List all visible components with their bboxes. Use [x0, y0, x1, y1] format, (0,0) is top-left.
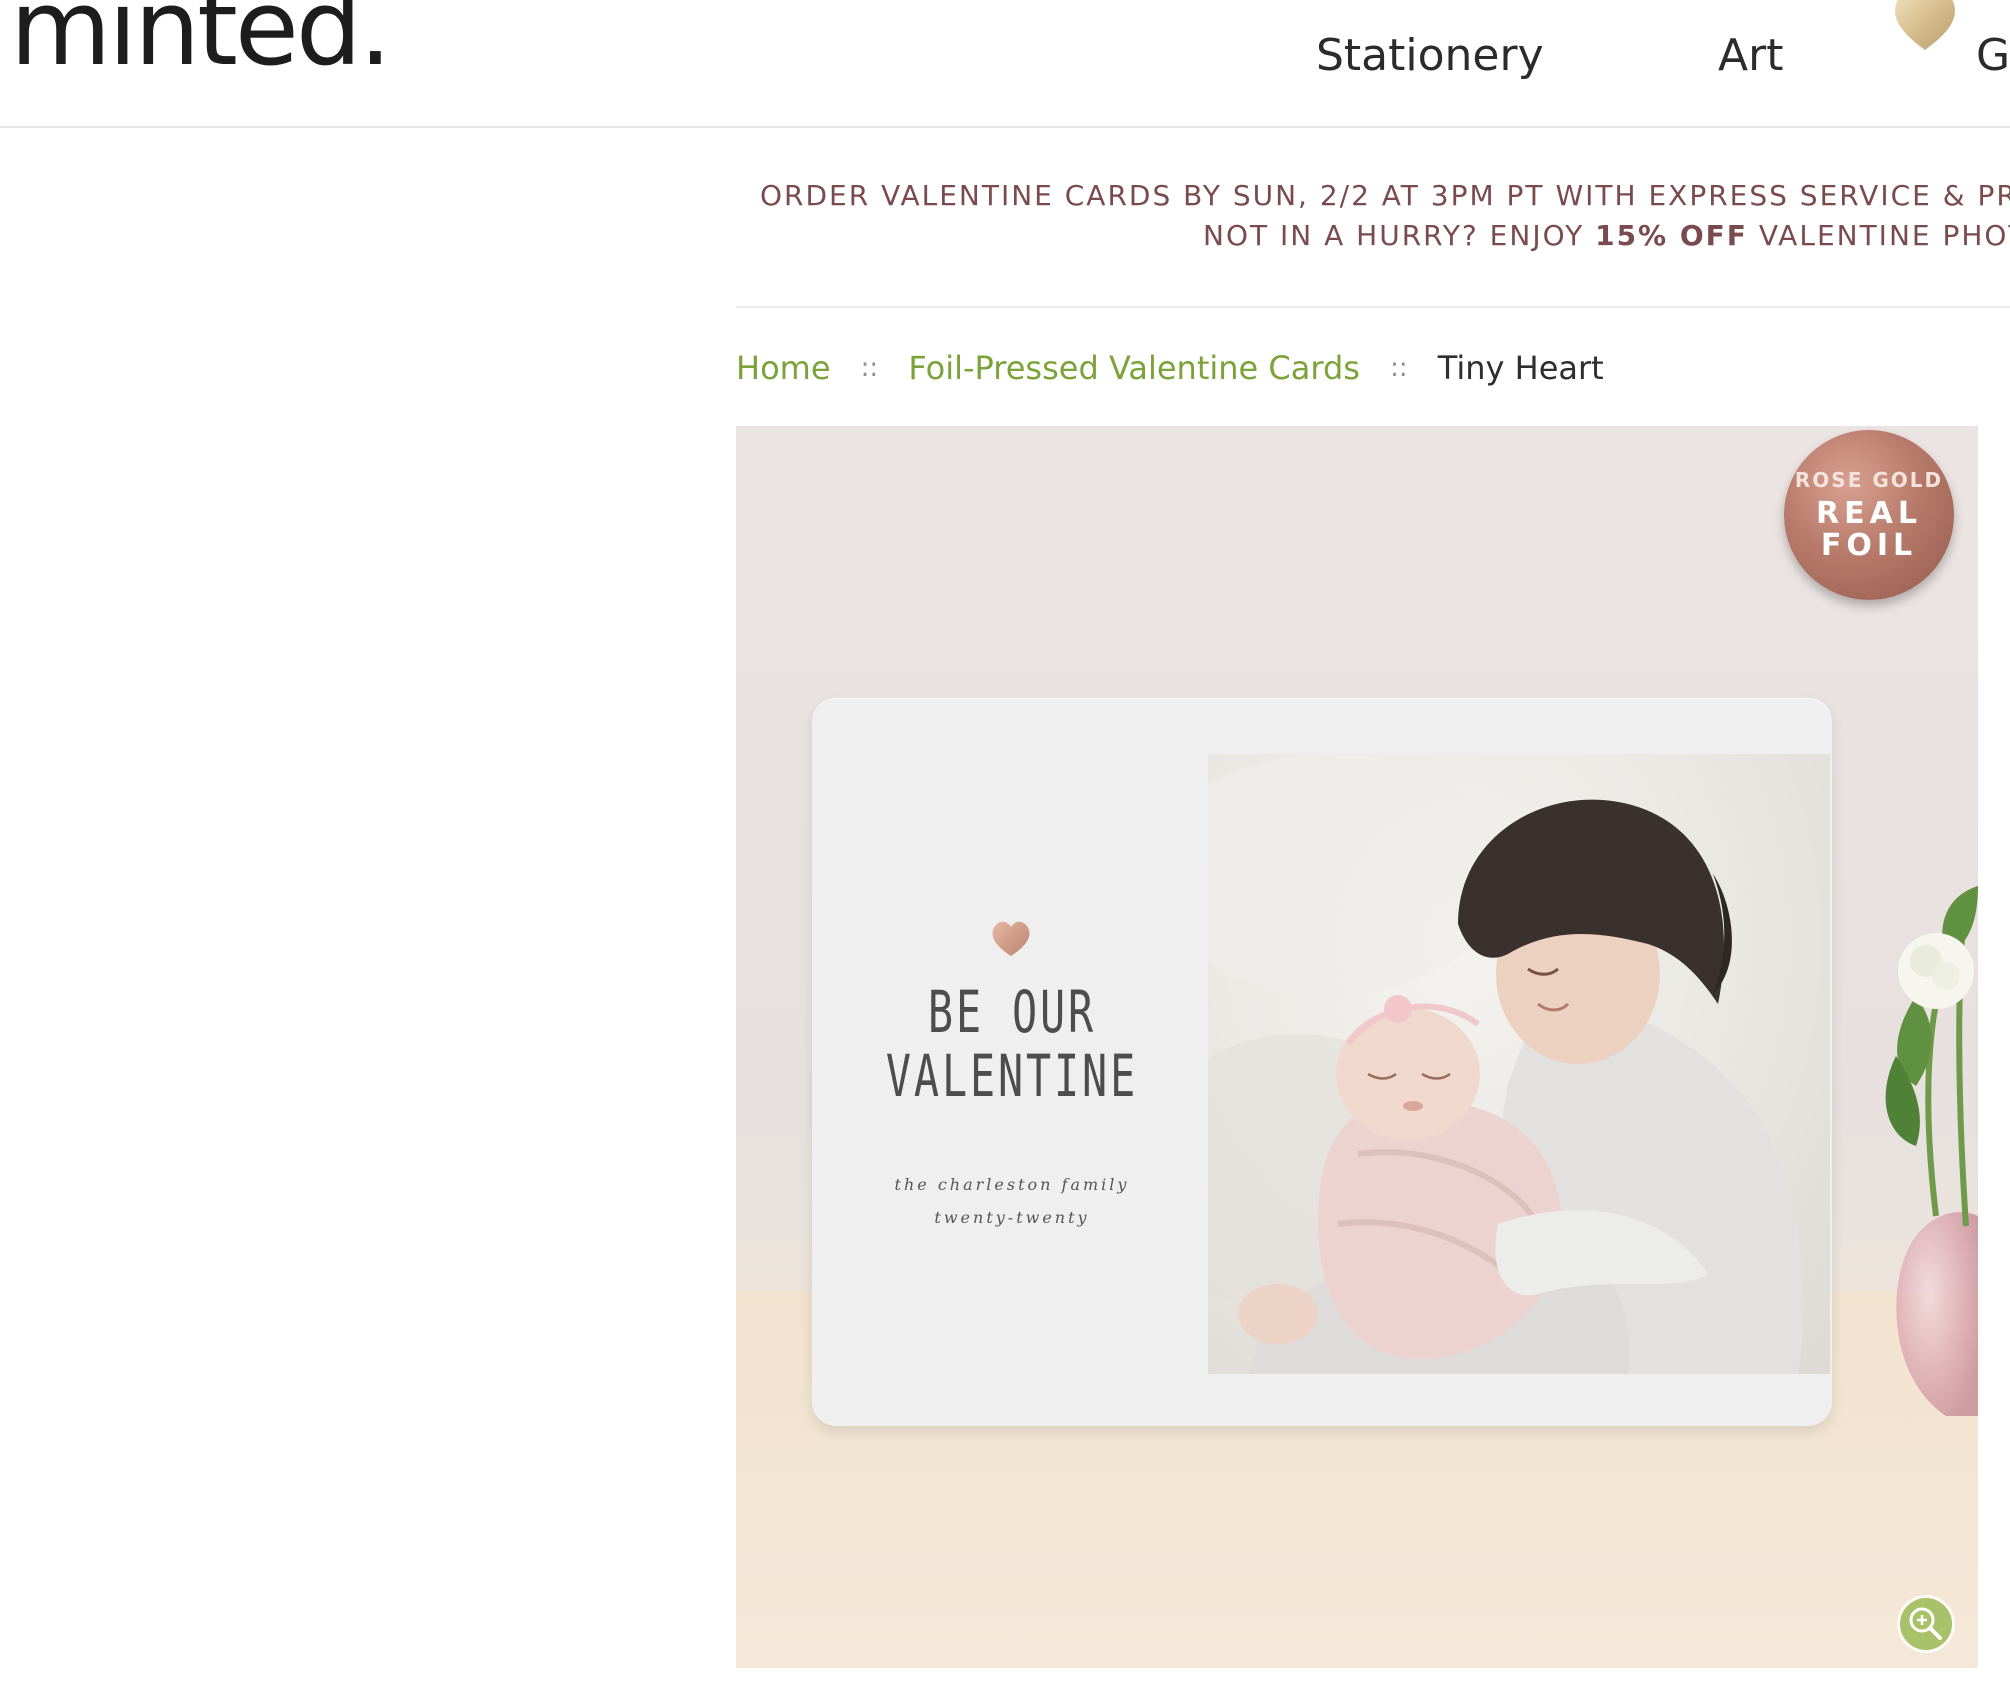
- card-title-line-1: BE OUR: [927, 978, 1097, 1046]
- card-title: BE OUR VALENTINE: [868, 980, 1156, 1108]
- gold-heart-icon[interactable]: [1890, 0, 1960, 52]
- promo-banner: ORDER VALENTINE CARDS BY SUN, 2/2 AT 3PM…: [760, 176, 2010, 256]
- nav-item-truncated[interactable]: G: [1976, 34, 2010, 78]
- badge-line-3: FOIL: [1820, 528, 1918, 563]
- promo-discount: 15% OFF: [1595, 219, 1748, 252]
- promo-divider: [736, 306, 2010, 308]
- zoom-icon: [1909, 1607, 1942, 1640]
- valentine-card-preview: BE OUR VALENTINE the charleston family t…: [812, 698, 1832, 1426]
- product-image[interactable]: BE OUR VALENTINE the charleston family t…: [736, 426, 1978, 1668]
- promo-line-2-prefix: NOT IN A HURRY? ENJOY: [1203, 219, 1596, 252]
- flower-vase-image: [1885, 886, 1978, 1416]
- promo-line-2-suffix: VALENTINE PHOTO C: [1758, 219, 2010, 252]
- site-header: minted. Stationery Art G: [0, 0, 2010, 128]
- card-subtitle: the charleston family twenty-twenty: [812, 1168, 1212, 1234]
- badge-line-2: REAL: [1816, 496, 1922, 531]
- breadcrumb-current: Tiny Heart: [1437, 349, 1604, 387]
- nav-art[interactable]: Art: [1718, 34, 1783, 78]
- children-photo-image: [1208, 754, 1804, 1374]
- zoom-button[interactable]: [1900, 1598, 1952, 1650]
- card-title-line-2: VALENTINE: [885, 1042, 1139, 1110]
- minted-logo[interactable]: minted.: [10, 0, 392, 80]
- foil-heart-icon: [992, 921, 1030, 956]
- rose-gold-foil-badge: ROSE GOLD REAL FOIL: [1784, 430, 1954, 600]
- badge-line-1: ROSE GOLD: [1794, 468, 1944, 492]
- breadcrumb-home[interactable]: Home: [736, 349, 831, 387]
- promo-line-2: NOT IN A HURRY? ENJOY 15% OFF VALENTINE …: [1203, 216, 2010, 256]
- card-year: twenty-twenty: [934, 1208, 1090, 1227]
- promo-line-1: ORDER VALENTINE CARDS BY SUN, 2/2 AT 3PM…: [760, 179, 2010, 212]
- breadcrumb-separator: ::: [860, 353, 879, 383]
- breadcrumb: Home :: Foil-Pressed Valentine Cards :: …: [736, 346, 1604, 390]
- card-family-name: the charleston family: [894, 1175, 1130, 1194]
- breadcrumb-separator: ::: [1390, 353, 1408, 383]
- card-photo: [1208, 754, 1830, 1374]
- nav-stationery[interactable]: Stationery: [1316, 34, 1544, 78]
- breadcrumb-category[interactable]: Foil-Pressed Valentine Cards: [908, 349, 1360, 387]
